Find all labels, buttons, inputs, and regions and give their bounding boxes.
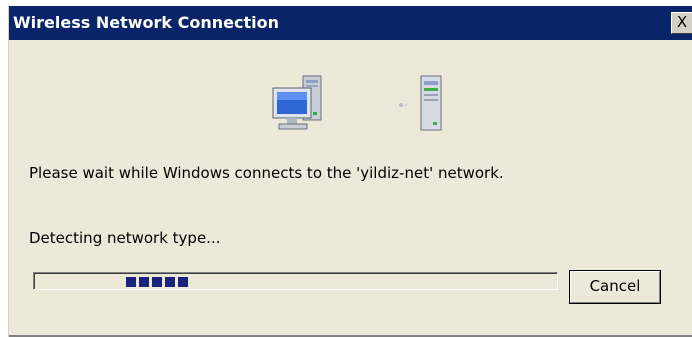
- connection-graphic: [267, 74, 467, 136]
- progress-chunk: [178, 277, 188, 287]
- progress-chunk: [139, 277, 149, 287]
- window-title: Wireless Network Connection: [13, 13, 279, 32]
- server-icon: [420, 75, 442, 131]
- progress-marquee: [126, 277, 188, 287]
- cancel-button[interactable]: Cancel: [569, 270, 661, 304]
- progress-bar: [33, 272, 558, 290]
- title-bar[interactable]: Wireless Network Connection X: [9, 6, 692, 40]
- connecting-dots-icon: [399, 103, 408, 107]
- close-icon: X: [676, 13, 688, 31]
- status-text: Detecting network type...: [29, 229, 221, 247]
- progress-chunk: [126, 277, 136, 287]
- dialog-window: Wireless Network Connection X Please wai…: [8, 6, 692, 337]
- computer-icon: [272, 75, 322, 130]
- progress-track: [34, 273, 557, 289]
- progress-chunk: [165, 277, 175, 287]
- progress-chunk: [152, 277, 162, 287]
- connection-message: Please wait while Windows connects to th…: [29, 164, 504, 182]
- close-button[interactable]: X: [671, 12, 692, 34]
- cancel-button-label: Cancel: [589, 277, 641, 295]
